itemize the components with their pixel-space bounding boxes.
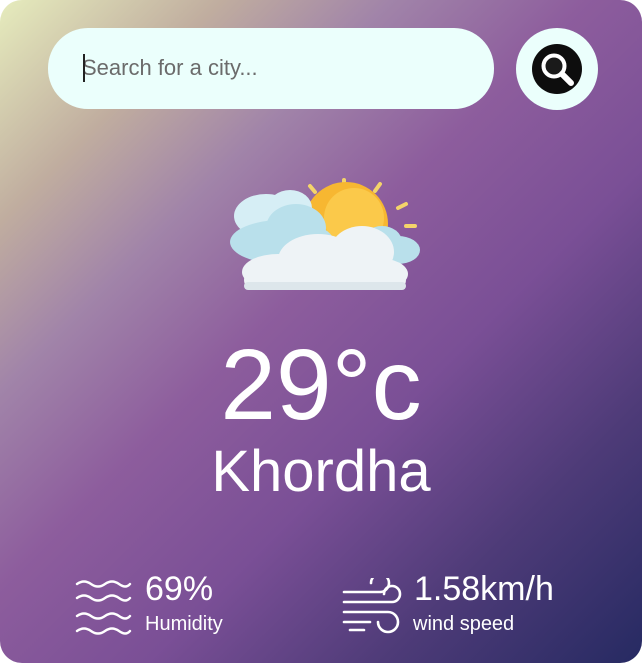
wind-value: 1.58km/h [414, 570, 554, 608]
humidity-label: Humidity [145, 613, 223, 635]
text-cursor [83, 54, 85, 82]
search-button[interactable] [516, 28, 598, 110]
search-box[interactable] [48, 28, 494, 109]
city-name: Khordha [211, 439, 431, 504]
wind-label: wind speed [413, 613, 515, 635]
humidity-value: 69% [145, 570, 214, 608]
temperature: 29°c [220, 329, 422, 441]
humidity-waves-icon [75, 580, 132, 635]
wind-icon [342, 578, 402, 634]
magnifier-icon [532, 44, 582, 94]
search-input[interactable] [82, 50, 472, 86]
partly-cloudy-sun-icon [230, 178, 420, 290]
weather-card: 29°c Khordha 69% Humidity 1.58km/h wind … [0, 0, 642, 663]
